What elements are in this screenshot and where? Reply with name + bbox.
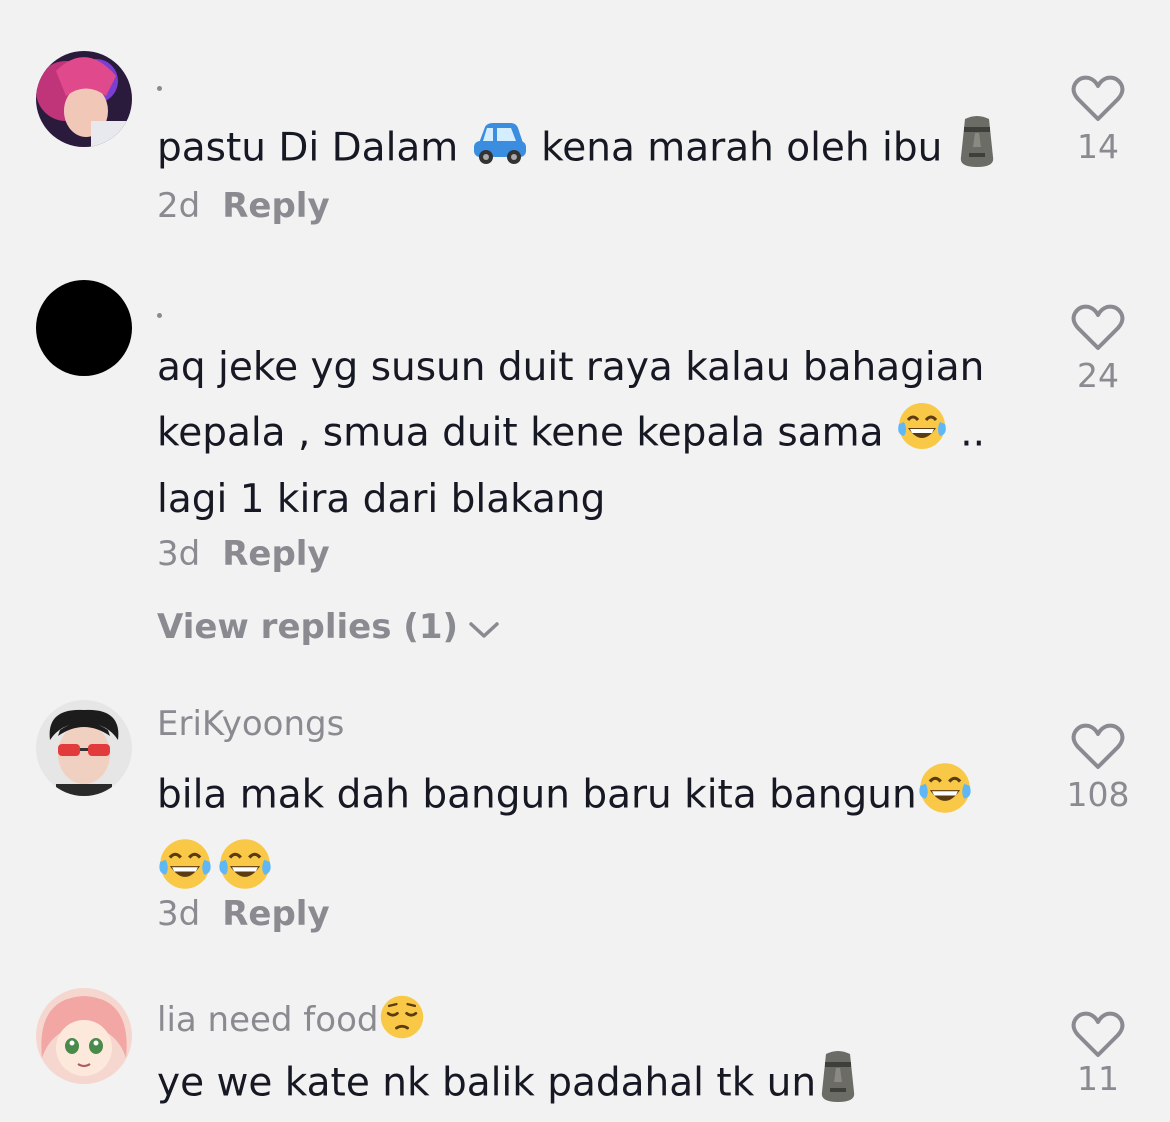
car-emoji (471, 117, 529, 183)
comment-text: aq jeke yg susun duit raya kalau bahagia… (157, 345, 986, 522)
comment-text: ye we kate nk balik padahal tk un (157, 1048, 1007, 1122)
avatar[interactable] (36, 700, 132, 796)
pensive-emoji (378, 993, 426, 1050)
reply-button[interactable]: Reply (222, 534, 329, 574)
avatar[interactable] (36, 280, 132, 376)
like-count: 108 (1066, 775, 1130, 814)
comment-meta: 3d Reply (157, 894, 330, 934)
moai-emoji (816, 1048, 860, 1122)
like-button[interactable]: 24 (1060, 304, 1136, 395)
comment-text: pastu Di Dalam kena marah oleh ibu (157, 113, 1007, 187)
timestamp: 3d (157, 534, 201, 574)
timestamp: 2d (157, 186, 201, 226)
reply-button[interactable]: Reply (222, 894, 329, 934)
like-button[interactable]: 108 (1060, 723, 1136, 814)
heart-icon (1071, 304, 1125, 350)
moai-emoji (955, 113, 999, 187)
heart-icon (1071, 75, 1125, 121)
heart-icon (1071, 1011, 1125, 1057)
timestamp: 3d (157, 894, 201, 934)
username[interactable]: EriKyoongs (157, 704, 344, 744)
like-count: 14 (1077, 127, 1119, 166)
like-button[interactable]: 11 (1060, 1011, 1136, 1098)
view-replies-button[interactable]: View replies (1) (157, 607, 500, 649)
chevron-down-icon (468, 609, 500, 649)
comment-meta: 2d Reply (157, 186, 330, 226)
tears-of-joy-emoji (896, 400, 948, 470)
like-count: 24 (1077, 356, 1119, 395)
like-button[interactable]: 14 (1060, 75, 1136, 166)
heart-icon (1071, 723, 1125, 769)
comment-text: bila mak dah bangun baru kita bangun (157, 760, 1007, 910)
username[interactable]: lia need food (157, 993, 426, 1050)
avatar[interactable] (36, 988, 132, 1084)
tears-of-joy-emoji (917, 760, 973, 834)
username[interactable] (157, 86, 162, 91)
avatar[interactable] (36, 51, 132, 147)
comment-meta: 3d Reply (157, 534, 330, 574)
reply-button[interactable]: Reply (222, 186, 329, 226)
username[interactable] (157, 313, 162, 318)
like-count: 11 (1077, 1059, 1119, 1098)
